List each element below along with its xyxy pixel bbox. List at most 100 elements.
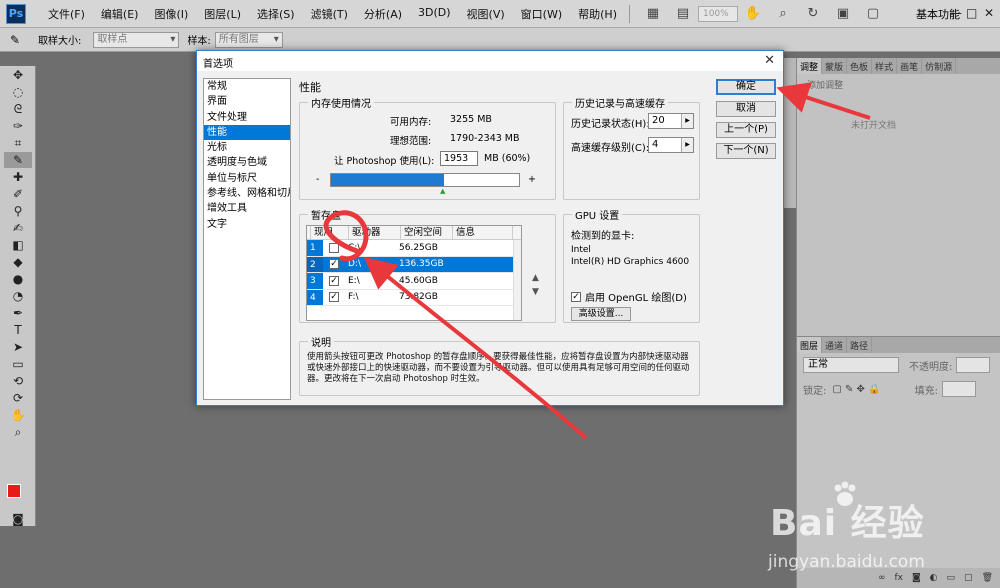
menu-item[interactable]: 图像(I) bbox=[150, 6, 192, 22]
layers-panel-tab[interactable]: 路径 bbox=[847, 337, 873, 353]
rotate-view-icon[interactable]: ↻ bbox=[804, 5, 822, 23]
menu-item[interactable]: 视图(V) bbox=[463, 6, 509, 22]
category-item[interactable]: 常规 bbox=[204, 79, 290, 94]
path-select-tool-icon[interactable]: ➤ bbox=[4, 339, 32, 355]
opengl-label: 启用 OpenGL 绘图(D) bbox=[585, 293, 687, 304]
menu-item[interactable]: 图层(L) bbox=[200, 6, 245, 22]
panel-tab[interactable]: 蒙版 bbox=[822, 58, 848, 74]
menu-item[interactable]: 滤镜(T) bbox=[307, 6, 352, 22]
brush-tool-icon[interactable]: ✐ bbox=[4, 186, 32, 202]
maximize-icon[interactable]: □ bbox=[966, 6, 977, 20]
shape-tool-icon[interactable]: ▭ bbox=[4, 356, 32, 372]
menu-item[interactable]: 3D(D) bbox=[414, 6, 455, 22]
zoom-field[interactable]: 100% bbox=[697, 5, 738, 22]
memory-use-input[interactable]: 1953 bbox=[440, 151, 478, 166]
crop-tool-icon[interactable]: ⌗ bbox=[4, 135, 32, 151]
panel-tab[interactable]: 画笔 bbox=[897, 58, 923, 74]
previous-button[interactable]: 上一个(P) bbox=[716, 122, 776, 138]
layers-panel-tab[interactable]: 图层 bbox=[797, 337, 823, 353]
move-tool-icon[interactable]: ✥ bbox=[4, 67, 32, 83]
opacity-label: 不透明度: bbox=[909, 361, 953, 373]
ok-button[interactable]: 确定 bbox=[716, 79, 776, 95]
panel-tab[interactable]: 仿制源 bbox=[922, 58, 957, 74]
lasso-tool-icon[interactable]: ᘓ bbox=[4, 101, 32, 117]
opengl-checkbox[interactable]: ✓ 启用 OpenGL 绘图(D) bbox=[571, 289, 687, 304]
3d-orbit-tool-icon[interactable]: ⟳ bbox=[4, 390, 32, 406]
view-extras-icon[interactable]: ▤ bbox=[674, 5, 692, 23]
hand-tool-icon[interactable]: ✋ bbox=[4, 407, 32, 423]
cancel-button[interactable]: 取消 bbox=[716, 101, 776, 117]
clone-stamp-tool-icon[interactable]: ⚲ bbox=[4, 203, 32, 219]
category-item[interactable]: 光标 bbox=[204, 140, 290, 155]
menu-item[interactable]: 帮助(H) bbox=[574, 6, 621, 22]
type-tool-icon[interactable]: T bbox=[4, 322, 32, 338]
history-states-arrow-icon[interactable]: ▶ bbox=[681, 114, 693, 128]
quick-mask-icon[interactable]: ◙ bbox=[4, 511, 32, 527]
move-up-icon[interactable]: ▲ bbox=[532, 271, 539, 285]
menu-item[interactable]: 编辑(E) bbox=[97, 6, 143, 22]
eraser-tool-icon[interactable]: ◧ bbox=[4, 237, 32, 253]
scratch-active-checkbox[interactable]: ✓ bbox=[329, 275, 339, 286]
cache-levels-input[interactable]: 4 ▶ bbox=[648, 137, 694, 153]
dodge-tool-icon[interactable]: ◔ bbox=[4, 288, 32, 304]
opengl-checkbox-box[interactable]: ✓ bbox=[571, 291, 581, 302]
eyedropper-tool-icon[interactable]: ✎ bbox=[4, 152, 32, 168]
cache-levels-arrow-icon[interactable]: ▶ bbox=[681, 138, 693, 152]
pen-tool-icon[interactable]: ✒ bbox=[4, 305, 32, 321]
category-item[interactable]: 性能 bbox=[204, 124, 290, 141]
opacity-field[interactable] bbox=[956, 357, 991, 373]
arrange-documents-icon[interactable]: ▣ bbox=[834, 5, 852, 23]
lock-icons[interactable]: ▢ ✎ ✥ 🔒 bbox=[832, 384, 880, 395]
memory-slider[interactable] bbox=[330, 173, 520, 187]
scratch-table-scrollbar[interactable] bbox=[513, 240, 521, 320]
foreground-color-swatch[interactable] bbox=[7, 484, 21, 498]
layers-panel-tab[interactable]: 通道 bbox=[822, 337, 848, 353]
scratch-disk-row[interactable]: 1 C:\ 56.25GB bbox=[307, 240, 521, 257]
move-down-icon[interactable]: ▼ bbox=[532, 285, 539, 299]
category-item[interactable]: 界面 bbox=[204, 94, 290, 109]
zoom-tool-icon[interactable]: ⌕ bbox=[4, 424, 32, 440]
marquee-tool-icon[interactable]: ◌ bbox=[4, 84, 32, 100]
paint-bucket-tool-icon[interactable]: ◆ bbox=[4, 254, 32, 270]
close-window-icon[interactable]: ✕ bbox=[984, 6, 994, 20]
scratch-active-checkbox[interactable]: ✓ bbox=[329, 259, 339, 270]
eyedropper-icon[interactable]: ✎ bbox=[10, 33, 20, 47]
blur-tool-icon[interactable]: ● bbox=[4, 271, 32, 287]
panel-tab[interactable]: 样式 bbox=[872, 58, 898, 74]
menu-item[interactable]: 窗口(W) bbox=[517, 6, 566, 22]
scratch-disk-row[interactable]: 4 ✓ F:\ 73.82GB bbox=[307, 289, 521, 306]
3d-rotate-tool-icon[interactable]: ⟲ bbox=[4, 373, 32, 389]
sample-select[interactable]: 所有图层 bbox=[214, 31, 283, 48]
next-button[interactable]: 下一个(N) bbox=[716, 143, 776, 159]
category-item[interactable]: 增效工具 bbox=[204, 201, 290, 216]
healing-brush-tool-icon[interactable]: ✚ bbox=[4, 169, 32, 185]
fill-field[interactable] bbox=[941, 381, 976, 397]
category-item[interactable]: 文字 bbox=[204, 217, 290, 232]
panel-tab[interactable]: 色板 bbox=[847, 58, 873, 74]
minimize-icon[interactable]: — bbox=[950, 6, 962, 20]
memory-slider-knob[interactable]: ▲ bbox=[440, 187, 445, 195]
scratch-disk-row[interactable]: 3 ✓ E:\ 45.60GB bbox=[307, 273, 521, 290]
category-item[interactable]: 参考线、网格和切片 bbox=[204, 186, 290, 201]
advanced-settings-button[interactable]: 高级设置... bbox=[571, 307, 631, 321]
zoom-tool-icon[interactable]: ⌕ bbox=[774, 5, 792, 23]
screen-mode-icon[interactable]: ▢ bbox=[864, 5, 882, 23]
menu-item[interactable]: 选择(S) bbox=[253, 6, 299, 22]
menu-item[interactable]: 文件(F) bbox=[44, 6, 89, 22]
close-icon[interactable]: ✕ bbox=[764, 53, 775, 68]
history-states-input[interactable]: 20 ▶ bbox=[648, 113, 694, 129]
blend-mode-select[interactable]: 正常 bbox=[803, 357, 899, 373]
scratch-active-checkbox[interactable] bbox=[329, 242, 339, 253]
bridge-icon[interactable]: ▦ bbox=[644, 5, 662, 23]
category-item[interactable]: 单位与标尺 bbox=[204, 171, 290, 186]
menu-item[interactable]: 分析(A) bbox=[360, 6, 406, 22]
history-brush-tool-icon[interactable]: ✍ bbox=[4, 220, 32, 236]
sample-size-select[interactable]: 取样点 bbox=[93, 31, 180, 48]
panel-tab[interactable]: 调整 bbox=[797, 58, 823, 74]
category-item[interactable]: 文件处理 bbox=[204, 110, 290, 125]
quick-select-tool-icon[interactable]: ✑ bbox=[4, 118, 32, 134]
hand-tool-icon[interactable]: ✋ bbox=[744, 5, 762, 23]
scratch-active-checkbox[interactable]: ✓ bbox=[329, 292, 339, 303]
category-item[interactable]: 透明度与色域 bbox=[204, 155, 290, 170]
scratch-disk-row[interactable]: 2 ✓ D:\ 136.35GB bbox=[307, 256, 521, 273]
